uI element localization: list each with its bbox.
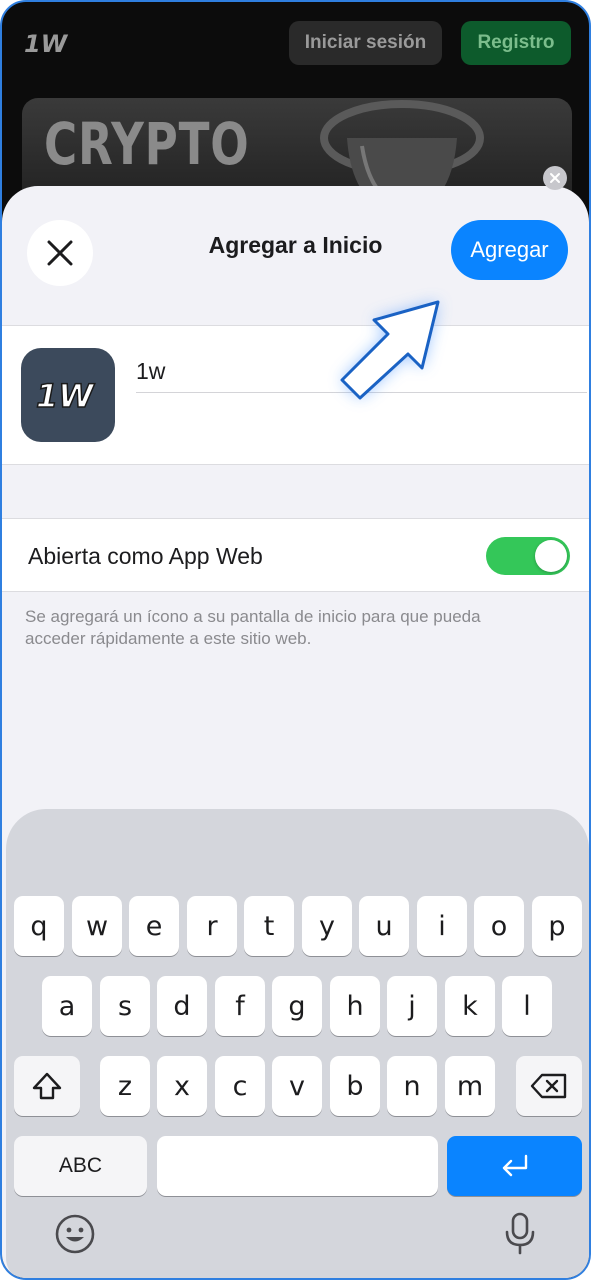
- webapp-toggle[interactable]: [486, 537, 570, 575]
- delete-key[interactable]: [516, 1056, 582, 1116]
- key-x[interactable]: x: [157, 1056, 207, 1116]
- key-r[interactable]: r: [187, 896, 237, 956]
- key-b[interactable]: b: [330, 1056, 380, 1116]
- space-key[interactable]: [157, 1136, 438, 1196]
- shift-icon: [32, 1072, 62, 1100]
- footnote: Se agregará un ícono a su pantalla de in…: [25, 607, 481, 648]
- key-p[interactable]: p: [532, 896, 582, 956]
- app-icon: 1W: [21, 348, 115, 442]
- keyboard: q w e r t y u i o p a s d f g h j k l z …: [6, 809, 589, 1278]
- open-as-webapp-row: Abierta como App Web: [2, 518, 589, 592]
- emoji-button[interactable]: [52, 1211, 98, 1257]
- key-k[interactable]: k: [445, 976, 495, 1036]
- key-a[interactable]: a: [42, 976, 92, 1036]
- svg-text:1W: 1W: [36, 377, 95, 415]
- microphone-button[interactable]: [497, 1211, 543, 1257]
- clear-text-icon[interactable]: [543, 166, 567, 190]
- app-name-card: 1W 1w: [2, 325, 589, 465]
- key-y[interactable]: y: [302, 896, 352, 956]
- key-h[interactable]: h: [330, 976, 380, 1036]
- key-q[interactable]: q: [14, 896, 64, 956]
- key-t[interactable]: t: [244, 896, 294, 956]
- return-icon: [502, 1154, 527, 1177]
- webapp-label: Abierta como App Web: [28, 542, 263, 569]
- toggle-knob: [535, 540, 567, 572]
- emoji-icon: [55, 1214, 95, 1254]
- site-logo[interactable]: 1W: [24, 28, 72, 58]
- key-o[interactable]: o: [474, 896, 524, 956]
- return-key[interactable]: [447, 1136, 582, 1196]
- key-s[interactable]: s: [100, 976, 150, 1036]
- key-e[interactable]: e: [129, 896, 179, 956]
- key-f[interactable]: f: [215, 976, 265, 1036]
- key-g[interactable]: g: [272, 976, 322, 1036]
- banner-title: CRYPTO: [44, 110, 250, 178]
- shift-key[interactable]: [14, 1056, 80, 1116]
- key-i[interactable]: i: [417, 896, 467, 956]
- abc-key[interactable]: ABC: [14, 1136, 147, 1196]
- add-button[interactable]: Agregar: [451, 220, 568, 280]
- pointer-cursor-icon: [340, 300, 440, 400]
- delete-icon: [530, 1073, 567, 1099]
- key-v[interactable]: v: [272, 1056, 322, 1116]
- key-c[interactable]: c: [215, 1056, 265, 1116]
- key-j[interactable]: j: [387, 976, 437, 1036]
- key-n[interactable]: n: [387, 1056, 437, 1116]
- login-button[interactable]: Iniciar sesión: [289, 21, 442, 65]
- key-z[interactable]: z: [100, 1056, 150, 1116]
- key-u[interactable]: u: [359, 896, 409, 956]
- key-w[interactable]: w: [72, 896, 122, 956]
- svg-text:1W: 1W: [24, 30, 69, 58]
- key-m[interactable]: m: [445, 1056, 495, 1116]
- app-logo: 1W: [35, 376, 96, 415]
- key-d[interactable]: d: [157, 976, 207, 1036]
- register-button[interactable]: Registro: [461, 21, 571, 65]
- phone-screen: 1W Iniciar sesión Registro CRYPTO CASINO…: [0, 0, 591, 1280]
- site-header: 1W Iniciar sesión Registro: [2, 2, 589, 86]
- key-l[interactable]: l: [502, 976, 552, 1036]
- microphone-icon: [505, 1212, 535, 1255]
